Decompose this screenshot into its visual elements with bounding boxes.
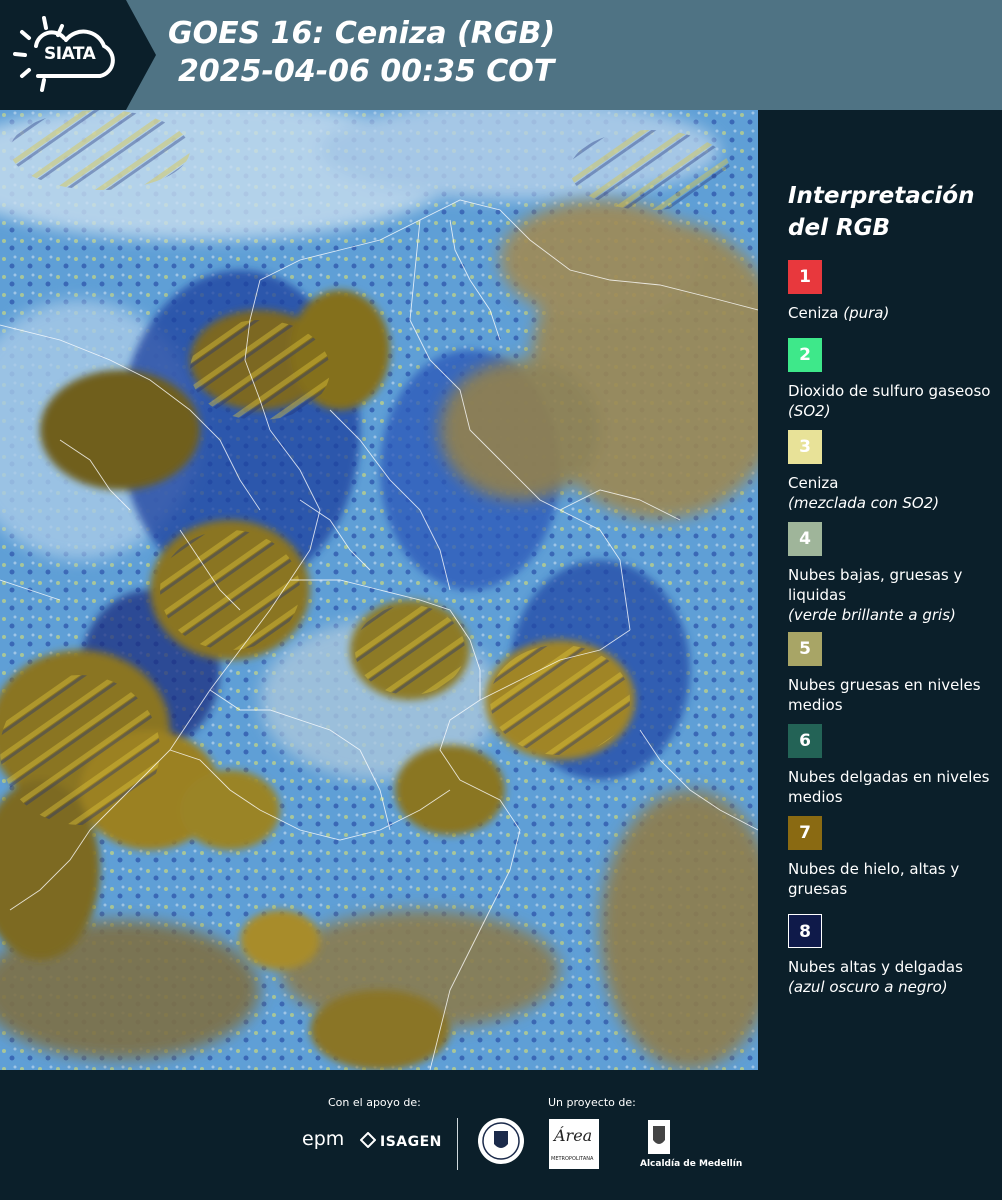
legend-label: Dioxido de sulfuro gaseoso (SO2) bbox=[788, 382, 991, 420]
legend-swatch: 3 bbox=[788, 430, 822, 464]
epm-logo: epm bbox=[302, 1128, 345, 1150]
logo-text: SIATA bbox=[44, 44, 96, 64]
legend-item-3: 3 Ceniza (mezclada con SO2) bbox=[788, 430, 998, 513]
legend-label: Nubes de hielo, altas y gruesas bbox=[788, 860, 960, 898]
satellite-rgb-map bbox=[0, 110, 758, 1070]
alcaldia-shield-icon bbox=[648, 1120, 670, 1154]
legend-item-2: 2 Dioxido de sulfuro gaseoso (SO2) bbox=[788, 338, 998, 421]
isagen-logo: ISAGEN bbox=[380, 1134, 442, 1150]
legend-title-line1: Interpretación bbox=[788, 183, 975, 209]
support-label: Con el apoyo de: bbox=[328, 1096, 421, 1109]
legend-swatch: 5 bbox=[788, 632, 822, 666]
legend-label: Nubes altas y delgadas (azul oscuro a neg… bbox=[788, 958, 963, 996]
legend-label: Ceniza (pura) bbox=[788, 304, 890, 322]
siata-logo: SIATA bbox=[0, 0, 126, 110]
alcaldia-logo-text: Alcaldía de Medellín bbox=[640, 1159, 743, 1169]
satellite-image bbox=[0, 110, 758, 1070]
isagen-icon bbox=[360, 1132, 376, 1148]
legend-swatch: 1 bbox=[788, 260, 822, 294]
legend-item-4: 4 Nubes bajas, gruesas y liquidas (verde … bbox=[788, 522, 998, 625]
page-title: GOES 16: Ceniza (RGB) bbox=[168, 16, 556, 51]
header-bar: SIATA GOES 16: Ceniza (RGB) 2025-04-06 0… bbox=[0, 0, 1002, 110]
legend-label: Nubes gruesas en niveles medios bbox=[788, 676, 981, 714]
university-seal-icon bbox=[478, 1118, 524, 1164]
legend-label: Ceniza (mezclada con SO2) bbox=[788, 474, 940, 512]
legend-swatch: 4 bbox=[788, 522, 822, 556]
page-timestamp: 2025-04-06 00:35 COT bbox=[178, 54, 555, 89]
legend-item-7: 7 Nubes de hielo, altas y gruesas bbox=[788, 816, 998, 899]
legend-item-1: 1 Ceniza (pura) bbox=[788, 260, 998, 323]
legend-swatch: 8 bbox=[788, 914, 822, 948]
legend-item-6: 6 Nubes delgadas en niveles medios bbox=[788, 724, 998, 807]
legend-item-8: 8 Nubes altas y delgadas (azul oscuro a n… bbox=[788, 914, 998, 997]
legend-swatch: 2 bbox=[788, 338, 822, 372]
footer-divider bbox=[457, 1118, 458, 1170]
legend-panel: Interpretación del RGB 1 Ceniza (pura) 2… bbox=[758, 110, 1002, 1070]
area-logo-subtext: METROPOLITANA bbox=[551, 1156, 594, 1162]
legend-swatch: 7 bbox=[788, 816, 822, 850]
logo-arrow bbox=[126, 0, 156, 110]
legend-title: Interpretación del RGB bbox=[788, 180, 974, 244]
legend-label: Nubes bajas, gruesas y liquidas (verde br… bbox=[788, 566, 963, 624]
footer: Con el apoyo de: Un proyecto de: epm ISA… bbox=[0, 1070, 1002, 1200]
area-logo-text: Área bbox=[554, 1126, 593, 1145]
legend-label: Nubes delgadas en niveles medios bbox=[788, 768, 990, 806]
project-label: Un proyecto de: bbox=[548, 1096, 636, 1109]
legend-item-5: 5 Nubes gruesas en niveles medios bbox=[788, 632, 998, 715]
legend-title-line2: del RGB bbox=[788, 215, 891, 241]
legend-swatch: 6 bbox=[788, 724, 822, 758]
